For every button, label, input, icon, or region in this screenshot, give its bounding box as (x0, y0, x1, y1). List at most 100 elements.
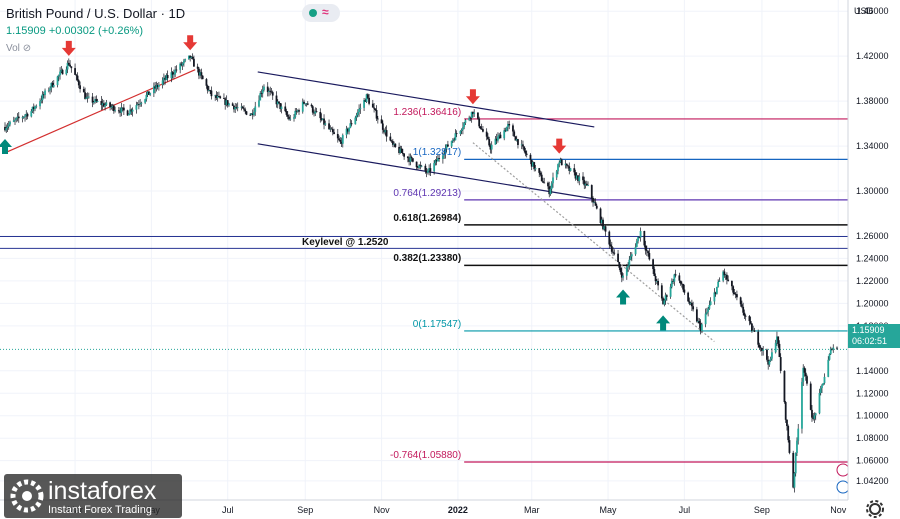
wave-icon: ≈ (322, 5, 329, 19)
candle-body (669, 286, 672, 297)
candle-body (298, 110, 300, 112)
fib-level-label: 1.236(1.36416) (393, 106, 462, 118)
candle-body (56, 76, 59, 86)
candle-body (558, 162, 561, 165)
candle-body (338, 138, 340, 141)
candle-body (200, 72, 203, 76)
candle-body (244, 109, 247, 112)
candle-body (801, 381, 803, 429)
candle-body (166, 75, 169, 79)
candle-body (196, 66, 199, 69)
candle-body (733, 292, 736, 295)
candle-body (823, 376, 826, 384)
candle-body (670, 280, 673, 287)
candle-body (75, 74, 78, 76)
currency-label[interactable]: USD (854, 6, 873, 16)
candle-body (59, 71, 61, 76)
x-tick-label: Nov (830, 505, 847, 515)
status-dot-icon (309, 9, 317, 17)
bar-countdown: 06:02:51 (852, 336, 888, 346)
candle-body (813, 415, 816, 419)
sell-arrow-icon (465, 89, 480, 105)
candle-body (446, 144, 449, 147)
candle-body (91, 96, 94, 103)
candle-body (654, 275, 657, 282)
candle-body (797, 428, 800, 441)
candle-body (557, 164, 559, 172)
volume-toggle[interactable]: Vol ⊘ (6, 43, 31, 54)
keylevel-label: Keylevel @ 1.2520 (302, 236, 389, 248)
candle-body (400, 148, 403, 153)
candle-body (385, 130, 388, 137)
candle-body (592, 198, 594, 203)
candle-body (687, 292, 690, 302)
candle-body (173, 74, 175, 76)
candle-body (695, 309, 698, 322)
candle-body (804, 372, 807, 377)
candle-body (139, 103, 142, 105)
candle-body (788, 440, 791, 453)
candle-body (69, 64, 71, 67)
candle-body (821, 385, 823, 389)
candle-body (731, 280, 733, 287)
candle-body (389, 136, 392, 141)
candle-body (12, 120, 15, 122)
candle-body (44, 90, 46, 96)
candle-body (6, 126, 9, 129)
candle-body (692, 306, 695, 310)
candle-body (455, 133, 458, 135)
candle-body (191, 56, 194, 59)
chart-area[interactable]: 1.04200 1.06000 1.08000 1.10000 1.12000 1.140… (0, 0, 900, 519)
candle-body (505, 127, 508, 132)
candle-body (15, 118, 18, 120)
candle-body (617, 253, 619, 263)
candle-body (629, 256, 632, 260)
candle-body (22, 116, 25, 118)
candle-body (663, 300, 666, 305)
candle-body (768, 360, 771, 365)
candle-body (657, 280, 659, 286)
fib-level-label: -0.764(1.05880) (390, 450, 462, 462)
candle-body (818, 392, 821, 414)
candle-body (144, 99, 147, 103)
fib-level-label: 0(1.17547) (412, 318, 462, 330)
candle-body (645, 250, 648, 252)
candle-body (567, 165, 569, 167)
candle-body (774, 342, 777, 353)
candle-body (145, 94, 148, 100)
candle-body (715, 286, 718, 294)
candle-body (679, 280, 682, 284)
candle-body (463, 122, 466, 128)
keylevel-band (0, 236, 848, 249)
candle-body (538, 168, 541, 173)
candle-body (350, 123, 353, 125)
candle-body (85, 97, 88, 99)
settings-gear-icon[interactable] (865, 499, 885, 519)
candle-body (778, 343, 781, 358)
candle-body (542, 181, 544, 183)
candle-body (293, 117, 295, 119)
candle-body (183, 60, 185, 64)
market-status-badge[interactable]: ≈ (302, 4, 340, 22)
y-tick-label: 1.42000 (856, 51, 889, 61)
candle-body (420, 165, 423, 167)
candle-body (52, 85, 55, 87)
candle-body (523, 146, 526, 151)
candle-body (380, 119, 383, 124)
candle-body (635, 241, 638, 247)
candle-body (105, 102, 108, 106)
candle-body (7, 124, 10, 127)
x-tick-label: Nov (374, 505, 391, 515)
candle-body (643, 231, 646, 246)
candle-body (26, 113, 29, 117)
candle-body (619, 267, 622, 273)
candle-body (261, 90, 264, 94)
candle-body (47, 90, 50, 92)
candle-body (39, 101, 41, 107)
vol-label: Vol (6, 43, 20, 54)
eye-off-icon[interactable]: ⊘ (23, 43, 31, 54)
candle-body (70, 66, 73, 69)
x-tick-label: Sep (297, 505, 313, 515)
candle-body (783, 370, 786, 403)
buy-arrow-icon (656, 315, 671, 331)
